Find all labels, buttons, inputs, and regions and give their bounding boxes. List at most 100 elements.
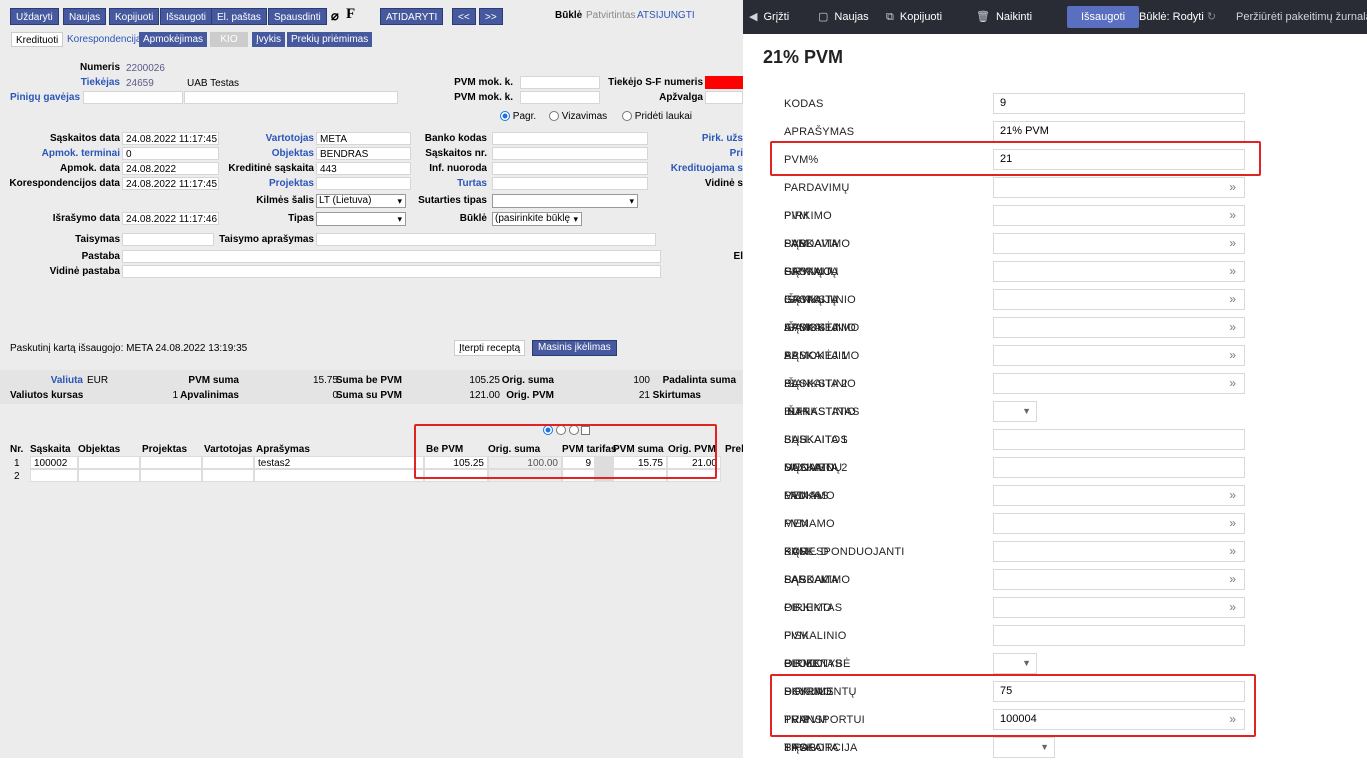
apzvalga-field[interactable] <box>705 91 743 104</box>
pastaba-field[interactable] <box>122 250 661 263</box>
kredituojama-label[interactable]: Kredituojama s <box>671 163 743 174</box>
next-button[interactable]: >> <box>479 8 503 25</box>
chevron-double-right-icon[interactable]: » <box>1229 486 1236 505</box>
pri-label[interactable]: Pri <box>730 148 743 159</box>
tab-ivykis[interactable]: Įvykis <box>252 32 285 47</box>
chevron-double-right-icon[interactable]: » <box>1229 234 1236 253</box>
row-aprasymas[interactable] <box>254 469 424 482</box>
open-button[interactable]: ATIDARYTI <box>380 8 444 25</box>
chevron-double-right-icon[interactable]: » <box>1229 570 1236 589</box>
row-vartotojas[interactable] <box>202 456 254 469</box>
chevron-double-right-icon[interactable]: » <box>1229 262 1236 281</box>
tiekejas-code[interactable]: 24659 <box>122 76 182 89</box>
chevron-double-right-icon[interactable]: » <box>1229 318 1236 337</box>
tiekejo-sf-field[interactable] <box>705 76 743 89</box>
back-button[interactable]: ◀ Grįžti <box>749 0 789 34</box>
taisymo-aprasymas-field[interactable] <box>316 233 656 246</box>
pard-gryn-input[interactable]: » <box>993 233 1245 254</box>
pirk-obj-input[interactable]: » <box>993 597 1245 618</box>
save-button[interactable]: Išsaugoti <box>160 8 213 25</box>
koresp-data-field[interactable]: 24.08.2022 11:17:45 <box>122 177 219 190</box>
apmok-data-field[interactable]: 24.08.2022 <box>122 162 219 175</box>
chevron-double-right-icon[interactable]: » <box>1229 374 1236 393</box>
valiuta-value[interactable]: EUR <box>87 375 108 386</box>
isank2-input[interactable]: » <box>993 317 1245 338</box>
menamo-d-input[interactable]: » <box>993 485 1245 506</box>
vartotojas-label[interactable]: Vartotojas <box>266 133 314 144</box>
changelog-button[interactable]: Peržiūrėti pakeitimų žurnalą <box>1236 0 1367 34</box>
row-objektas[interactable] <box>78 456 140 469</box>
intrastatas-select[interactable]: ▼ <box>993 401 1037 422</box>
new-record-button[interactable]: ▢ Naujas <box>818 0 869 34</box>
f-button[interactable]: F <box>346 6 355 23</box>
pard-obj-input[interactable]: » <box>993 569 1245 590</box>
status-view-button[interactable]: Būklė: Rodyti ↻ <box>1139 0 1216 34</box>
pvm-mok2-field[interactable] <box>520 91 600 104</box>
fiskal-input[interactable] <box>993 625 1245 646</box>
turtas-field[interactable] <box>492 177 648 190</box>
apmok-terminai-field[interactable]: 0 <box>122 147 219 160</box>
pinigu-gavejas-label[interactable]: Pinigų gavėjas <box>10 92 80 103</box>
chevron-double-right-icon[interactable]: » <box>1229 598 1236 617</box>
chevron-double-right-icon[interactable]: » <box>1229 346 1236 365</box>
save-record-button[interactable]: Išsaugoti <box>1067 6 1140 28</box>
radio-pagr[interactable]: Pagr. <box>500 111 536 122</box>
pirk-label[interactable]: Pirk. užs <box>702 133 743 144</box>
kreditine-field[interactable]: 443 <box>316 162 411 175</box>
print-button[interactable]: Spausdinti <box>268 8 327 25</box>
row-projektas[interactable] <box>140 469 202 482</box>
chevron-double-right-icon[interactable]: » <box>1229 542 1236 561</box>
pardavimu-pvm-input[interactable]: » <box>993 177 1245 198</box>
turtas-label[interactable]: Turtas <box>457 178 487 189</box>
objektas-field[interactable]: BENDRAS <box>316 147 411 160</box>
delete-button[interactable]: 🗑 Naikinti <box>976 0 1032 34</box>
kodas-input[interactable]: 9 <box>993 93 1245 114</box>
tab-kredituoti[interactable]: Kredituoti <box>11 32 64 47</box>
pl1-input[interactable]: » <box>993 345 1245 366</box>
row-aprasymas[interactable]: testas2 <box>254 456 424 469</box>
new-button[interactable]: Naujas <box>63 8 107 25</box>
taisymas-field[interactable] <box>122 233 214 246</box>
projektas-field[interactable] <box>316 177 411 190</box>
copy-button[interactable]: Kopijuoti <box>109 8 160 25</box>
pinigu-gavejas-name[interactable] <box>184 91 398 104</box>
pirk-gryn-input[interactable]: » <box>993 261 1245 282</box>
banko-kodas-field[interactable] <box>492 132 648 145</box>
saskaitos-data-field[interactable]: 24.08.2022 11:17:45 <box>122 132 219 145</box>
pvm-mok-field[interactable] <box>520 76 600 89</box>
row-projektas[interactable] <box>140 456 202 469</box>
row-saskaita[interactable] <box>30 469 78 482</box>
insert-recipe-button[interactable]: Įterpti receptą <box>454 340 526 356</box>
duomenu-input[interactable] <box>993 429 1245 450</box>
pl2-input[interactable]: » <box>993 373 1245 394</box>
row-saskaita[interactable]: 100002 <box>30 456 78 469</box>
menamo-pvm-input[interactable] <box>993 457 1245 478</box>
objektas-label[interactable]: Objektas <box>272 148 314 159</box>
tipas-select[interactable] <box>316 212 406 226</box>
isank1-input[interactable]: » <box>993 289 1245 310</box>
tab-apmokejimas[interactable]: Apmokėjimas <box>139 32 208 47</box>
saskaitos-nr-field[interactable] <box>492 147 648 160</box>
sutarties-tipas-select[interactable] <box>492 194 638 208</box>
pirkimo-pvm-input[interactable]: » <box>993 205 1245 226</box>
koresp-input[interactable]: » <box>993 541 1245 562</box>
vartotojas-field[interactable]: META <box>316 132 411 145</box>
email-button[interactable]: El. paštas <box>211 8 267 25</box>
chevron-double-right-icon[interactable]: » <box>1229 290 1236 309</box>
tab-korespondencija[interactable]: Korespondencija <box>63 32 146 47</box>
radio-vizavimas[interactable]: Vizavimas <box>549 111 607 122</box>
inf-nuoroda-field[interactable] <box>492 162 648 175</box>
valiuta-label[interactable]: Valiuta <box>51 375 83 386</box>
copy-record-button[interactable]: ⧉ Kopijuoti <box>886 0 942 34</box>
apmok-terminai-label[interactable]: Apmok. terminai <box>42 148 120 159</box>
close-button[interactable]: Uždaryti <box>10 8 59 25</box>
pinigu-gavejas-field[interactable] <box>83 91 183 104</box>
row-vartotojas[interactable] <box>202 469 254 482</box>
aprasymas-input[interactable]: 21% PVM <box>993 121 1245 142</box>
chevron-double-right-icon[interactable]: » <box>1229 514 1236 533</box>
chevron-double-right-icon[interactable]: » <box>1229 178 1236 197</box>
projektas-label[interactable]: Projektas <box>269 178 314 189</box>
tiekejas-label[interactable]: Tiekėjas <box>81 77 120 88</box>
row-objektas[interactable] <box>78 469 140 482</box>
mass-upload-button[interactable]: Masinis įkėlimas <box>532 340 617 356</box>
